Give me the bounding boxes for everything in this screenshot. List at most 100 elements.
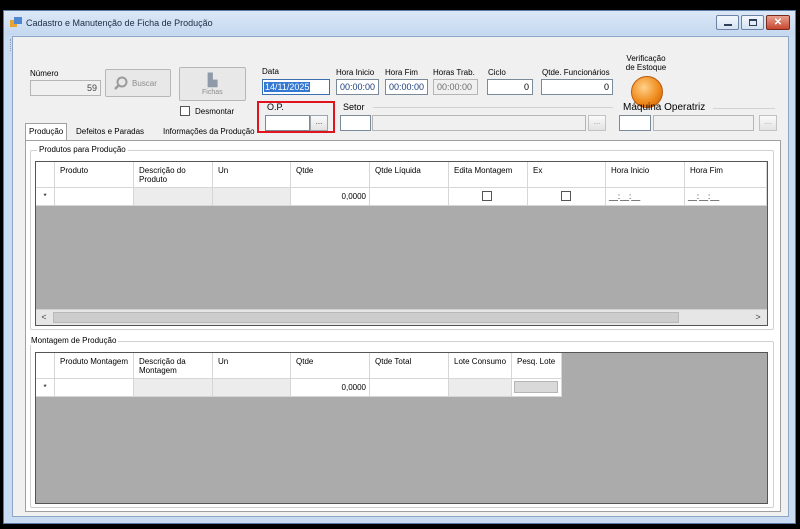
data-label: Data bbox=[262, 67, 279, 76]
hora-inicio-field[interactable]: 00:00:00 bbox=[336, 79, 379, 95]
cell-qtde-montagem[interactable]: 0,0000 bbox=[291, 379, 370, 397]
scroll-left-arrow[interactable]: < bbox=[38, 311, 50, 324]
maquina-divider bbox=[713, 108, 775, 109]
form-client-area: Número 59 Buscar ▙ Fichas Data 14/11/202… bbox=[12, 36, 789, 517]
produtos-hscrollbar[interactable]: < > bbox=[36, 309, 767, 325]
col-descricao-montagem[interactable]: Descrição da Montagem bbox=[134, 353, 213, 379]
col-ex[interactable]: Ex bbox=[528, 162, 606, 188]
verificacao-estoque-label: Verificação de Estoque bbox=[625, 54, 667, 72]
horas-trab-label: Horas Trab. bbox=[433, 68, 475, 77]
search-icon bbox=[114, 76, 128, 90]
tab-informacoes-producao[interactable]: Informações da Produção bbox=[159, 123, 259, 140]
produtos-group-title: Produtos para Produção bbox=[37, 145, 128, 154]
op-field[interactable] bbox=[265, 115, 310, 131]
col-hora-inicio[interactable]: Hora Inicio bbox=[606, 162, 685, 188]
fichas-button[interactable]: ▙ Fichas bbox=[179, 67, 246, 101]
setor-code-field[interactable] bbox=[340, 115, 371, 131]
tab-page-producao: Produtos para Produção Produto Descrição… bbox=[25, 140, 781, 512]
edita-montagem-checkbox[interactable] bbox=[482, 191, 492, 201]
fichas-label: Fichas bbox=[202, 89, 223, 96]
col-produto[interactable]: Produto bbox=[55, 162, 134, 188]
produtos-grid[interactable]: Produto Descrição do Produto Un Qtde Qtd… bbox=[35, 161, 768, 326]
op-label: O.P. bbox=[267, 102, 284, 112]
fichas-icon: ▙ bbox=[208, 73, 218, 87]
cell-ex[interactable] bbox=[528, 188, 606, 206]
cell-un-montagem bbox=[213, 379, 291, 397]
buscar-button[interactable]: Buscar bbox=[105, 69, 171, 97]
horas-trab-field: 00:00:00 bbox=[433, 79, 478, 95]
produtos-row-header bbox=[36, 162, 55, 188]
tab-strip: Produção Defeitos e Paradas Informações … bbox=[25, 123, 265, 141]
ciclo-field[interactable]: 0 bbox=[487, 79, 533, 95]
col-hora-fim[interactable]: Hora Fim bbox=[685, 162, 767, 188]
maquina-label: Máquina Operatriz bbox=[623, 102, 706, 113]
numero-label: Número bbox=[30, 69, 59, 78]
numero-field: 59 bbox=[30, 80, 101, 96]
ex-checkbox[interactable] bbox=[561, 191, 571, 201]
col-descricao-produto[interactable]: Descrição do Produto bbox=[134, 162, 213, 188]
setor-label: Setor bbox=[343, 102, 365, 112]
close-icon: ✕ bbox=[773, 17, 783, 28]
op-search-button[interactable]: ... bbox=[310, 115, 328, 131]
pesq-lote-button[interactable] bbox=[514, 381, 558, 393]
maquina-code-field[interactable] bbox=[619, 115, 651, 131]
cell-hora-inicio[interactable]: __:__:__ bbox=[606, 188, 685, 206]
setor-search-button[interactable]: ... bbox=[588, 115, 606, 131]
qtde-funcionarios-field[interactable]: 0 bbox=[541, 79, 613, 95]
maximize-button[interactable] bbox=[741, 15, 764, 30]
qtde-funcionarios-label: Qtde. Funcionários bbox=[542, 68, 610, 77]
cell-descricao-produto bbox=[134, 188, 213, 206]
maquina-search-button[interactable]: ... bbox=[759, 115, 777, 131]
buscar-label: Buscar bbox=[132, 79, 157, 88]
hora-fim-field[interactable]: 00:00:00 bbox=[385, 79, 428, 95]
data-field[interactable]: 14/11/2025 bbox=[262, 79, 330, 95]
minimize-button[interactable] bbox=[716, 15, 739, 30]
hora-fim-label: Hora Fim bbox=[385, 68, 418, 77]
col-qtde-montagem[interactable]: Qtde bbox=[291, 353, 370, 379]
window-title: Cadastro e Manutenção de Ficha de Produç… bbox=[26, 18, 213, 28]
col-un[interactable]: Un bbox=[213, 162, 291, 188]
close-button[interactable]: ✕ bbox=[766, 15, 790, 30]
col-qtde-liquida[interactable]: Qtde Líquida bbox=[370, 162, 449, 188]
desmontar-label: Desmontar bbox=[195, 107, 235, 116]
maquina-description-field bbox=[653, 115, 754, 131]
col-un-montagem[interactable]: Un bbox=[213, 353, 291, 379]
ciclo-label: Ciclo bbox=[488, 68, 506, 77]
cell-produto-montagem[interactable] bbox=[55, 379, 134, 397]
setor-divider bbox=[373, 107, 613, 108]
montagem-row-header bbox=[36, 353, 55, 379]
cell-pesq-lote[interactable] bbox=[512, 379, 562, 397]
cell-qtde-total[interactable] bbox=[370, 379, 449, 397]
montagem-groupbox: Montagem de Produção Produto Montagem De… bbox=[29, 336, 774, 508]
scroll-thumb[interactable] bbox=[53, 312, 679, 323]
montagem-grid[interactable]: Produto Montagem Descrição da Montagem U… bbox=[35, 352, 768, 504]
col-qtde-total[interactable]: Qtde Total bbox=[370, 353, 449, 379]
data-value: 14/11/2025 bbox=[264, 82, 311, 92]
col-edita-montagem[interactable]: Edita Montagem bbox=[449, 162, 528, 188]
title-bar: Cadastro e Manutenção de Ficha de Produç… bbox=[4, 11, 795, 35]
setor-description-field bbox=[372, 115, 586, 131]
cell-edita-montagem[interactable] bbox=[449, 188, 528, 206]
montagem-group-title: Montagem de Produção bbox=[29, 336, 119, 345]
col-lote-consumo[interactable]: Lote Consumo bbox=[449, 353, 512, 379]
new-row-marker: * bbox=[36, 188, 55, 206]
new-row-marker: * bbox=[36, 379, 55, 397]
produtos-groupbox: Produtos para Produção Produto Descrição… bbox=[30, 145, 774, 330]
app-icon bbox=[10, 17, 22, 28]
cell-lote-consumo bbox=[449, 379, 512, 397]
tab-defeitos-paradas[interactable]: Defeitos e Paradas bbox=[72, 123, 148, 140]
col-produto-montagem[interactable]: Produto Montagem bbox=[55, 353, 134, 379]
cell-descricao-montagem bbox=[134, 379, 213, 397]
cell-un bbox=[213, 188, 291, 206]
cell-qtde-liquida[interactable] bbox=[370, 188, 449, 206]
main-window: Cadastro e Manutenção de Ficha de Produç… bbox=[3, 10, 796, 524]
col-pesq-lote[interactable]: Pesq. Lote bbox=[512, 353, 562, 379]
scroll-right-arrow[interactable]: > bbox=[752, 311, 764, 324]
col-qtde[interactable]: Qtde bbox=[291, 162, 370, 188]
cell-qtde[interactable]: 0,0000 bbox=[291, 188, 370, 206]
desmontar-checkbox[interactable] bbox=[180, 106, 190, 116]
tab-producao[interactable]: Produção bbox=[25, 123, 68, 141]
cell-produto[interactable] bbox=[55, 188, 134, 206]
hora-inicio-label: Hora Inicio bbox=[336, 68, 375, 77]
cell-hora-fim[interactable]: __:__:__ bbox=[685, 188, 767, 206]
